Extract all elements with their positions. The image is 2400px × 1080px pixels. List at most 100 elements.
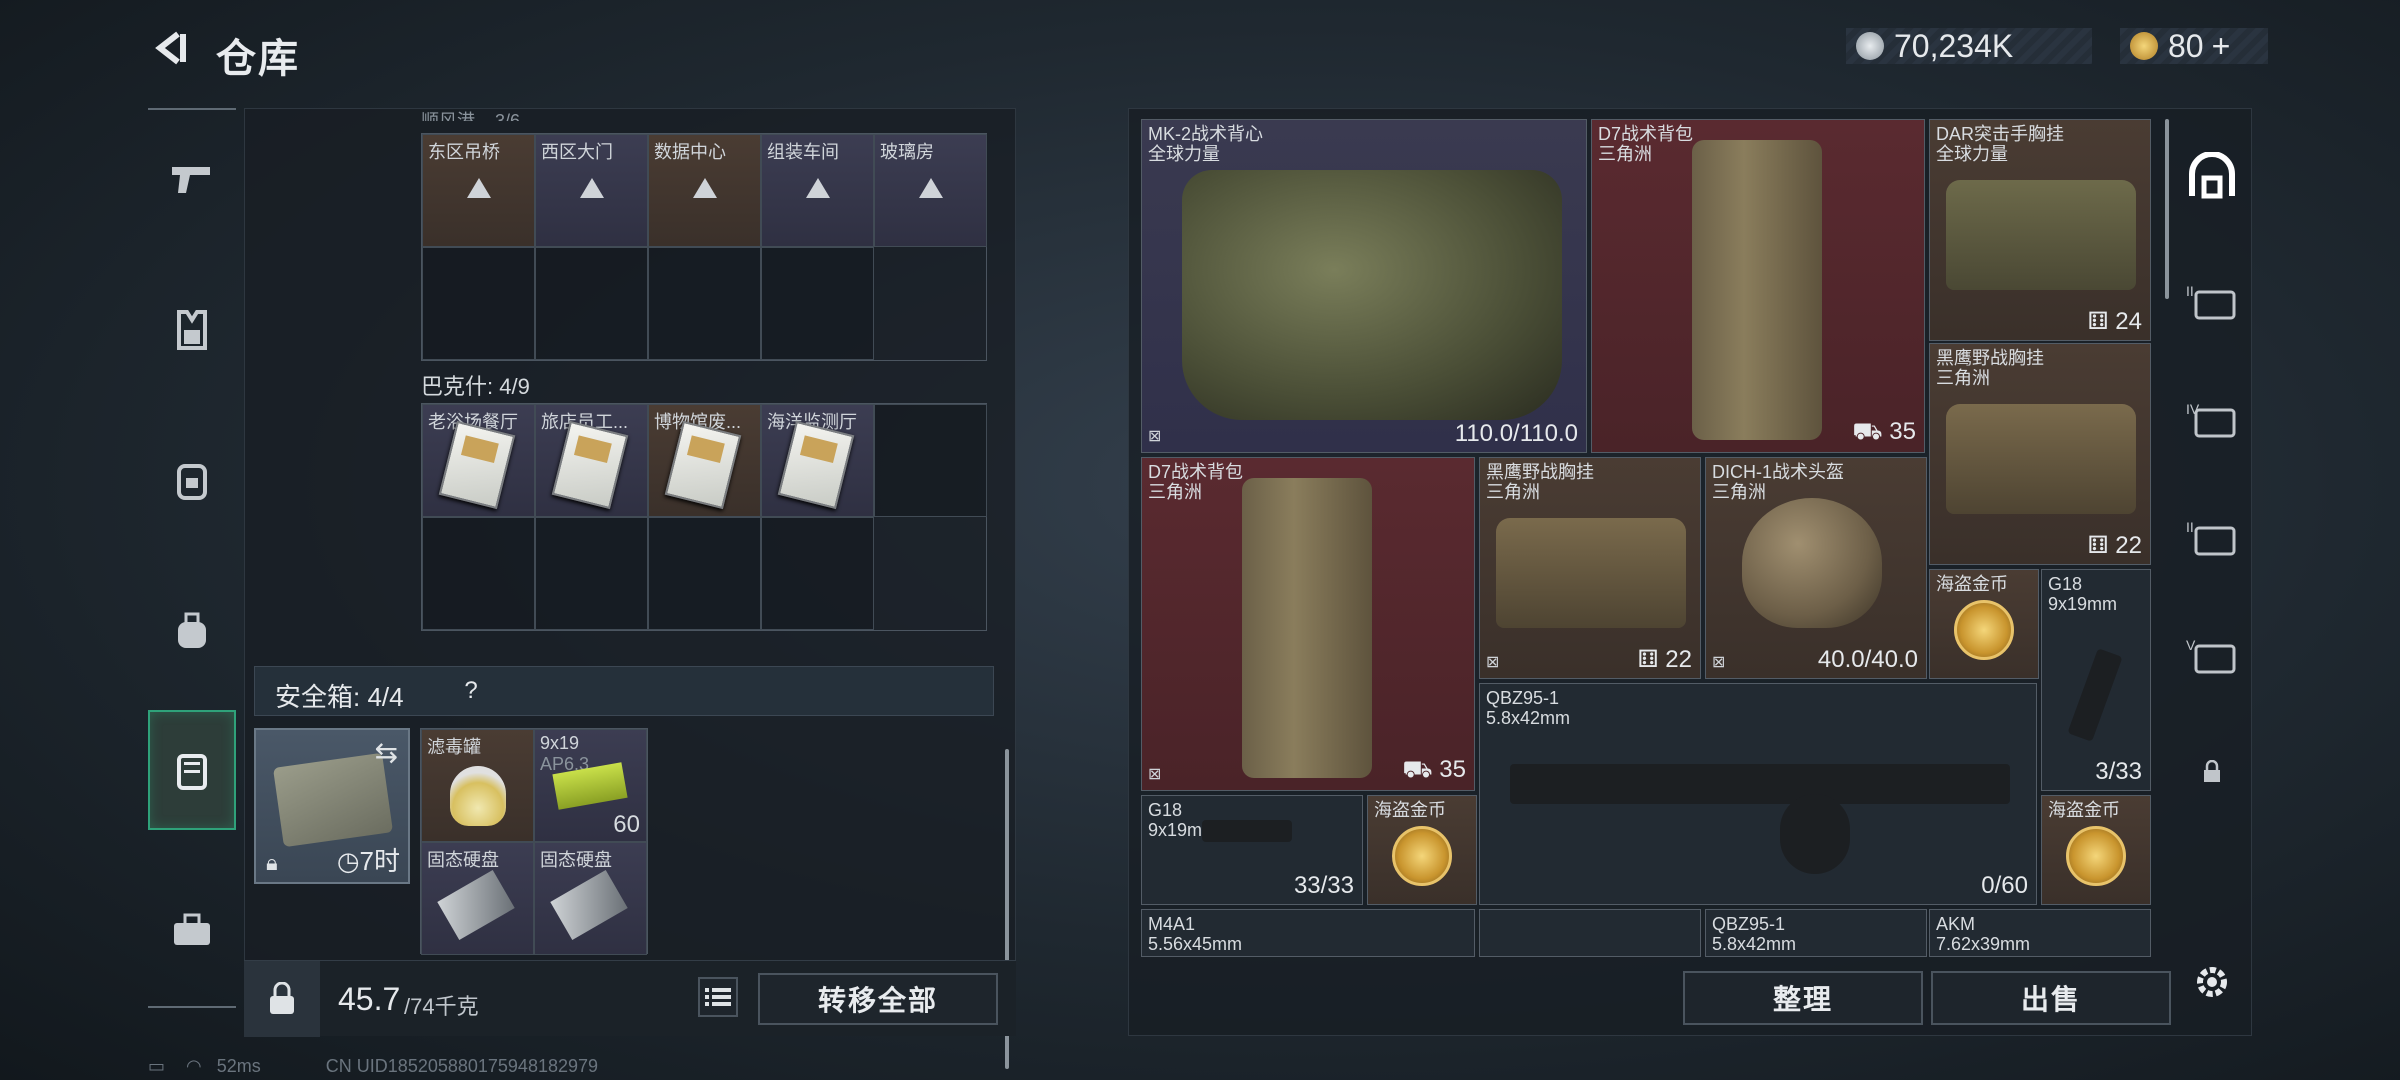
item-akm[interactable]: AKM 7.62x39mm bbox=[1929, 909, 2151, 957]
empty-slot[interactable] bbox=[761, 517, 874, 630]
empty-slot[interactable] bbox=[535, 517, 648, 630]
gold-coin-image bbox=[1954, 600, 2014, 660]
back-arrow-icon bbox=[155, 31, 186, 65]
empty-slot[interactable] bbox=[648, 247, 761, 360]
svg-text:II: II bbox=[2186, 519, 2194, 535]
V-category-icon[interactable]: V bbox=[2180, 624, 2244, 688]
lock-weight-button[interactable] bbox=[244, 961, 320, 1037]
gold-currency[interactable]: 80 + bbox=[2120, 28, 2268, 64]
item-g18-pistol[interactable]: G18 9x19mm 3/33 bbox=[2041, 569, 2151, 791]
sidebar-item-bag[interactable] bbox=[148, 570, 236, 690]
vest-capacity-icon: ⚅ bbox=[2087, 532, 2116, 559]
rifle-image bbox=[1510, 764, 2010, 804]
svg-text:II: II bbox=[2186, 283, 2194, 299]
item-pirate-coin[interactable]: 海盗金币 bbox=[1367, 795, 1477, 905]
category-sidebar bbox=[148, 108, 236, 1008]
vest-image bbox=[1182, 170, 1562, 420]
right-scrollbar[interactable] bbox=[2165, 119, 2169, 299]
uid-text: CN UID185205880175948182979 bbox=[325, 1056, 599, 1076]
item-g18-pistol[interactable]: G18 9x19mm 33/33 bbox=[1141, 795, 1363, 905]
key-slot[interactable]: 西区大门 bbox=[535, 134, 648, 247]
II-category-icon[interactable]: II bbox=[2180, 270, 2244, 334]
list-icon bbox=[705, 988, 731, 1006]
gold-value: 80 bbox=[2168, 27, 2204, 64]
pistol-icon bbox=[172, 167, 210, 193]
item-m4a1[interactable]: M4A1 5.56x45mm bbox=[1141, 909, 1475, 957]
backpack-image bbox=[1692, 140, 1822, 440]
safe-box-container[interactable]: ⇆ 🔒︎ ◷7时 bbox=[254, 728, 410, 884]
empty-slot[interactable] bbox=[874, 404, 987, 517]
item-d7-backpack[interactable]: D7战术背包 三角洲 ⊠ ⛟ 35 bbox=[1141, 457, 1475, 791]
IV-category-icon[interactable]: IV bbox=[2180, 388, 2244, 452]
weight-current: 45.7 bbox=[338, 981, 401, 1017]
swap-icon[interactable]: ⇆ bbox=[375, 736, 398, 769]
warehouse-panel: MK-2战术背心 全球力量 ⊠ 110.0/110.0 D7战术背包 三角洲 ⛟ 3… bbox=[1128, 108, 2252, 1036]
item-d7-backpack[interactable]: D7战术背包 三角洲 ⛟ 35 bbox=[1591, 119, 1925, 453]
sidebar-item-backpack[interactable] bbox=[148, 420, 236, 540]
list-view-button[interactable] bbox=[698, 977, 738, 1017]
no-insure-icon: ⊠ bbox=[1486, 654, 1500, 671]
empty-slot[interactable] bbox=[422, 247, 535, 360]
empty-slot[interactable] bbox=[1479, 909, 1701, 957]
key-card-slot[interactable]: 海洋监测厅 bbox=[761, 404, 874, 517]
pistol-image bbox=[1202, 820, 1292, 842]
key-slot[interactable]: 玻璃房 bbox=[874, 134, 987, 247]
wifi-icon: ◠ bbox=[186, 1056, 202, 1076]
key-triangle-icon bbox=[692, 178, 717, 199]
no-insure-icon: ⊠ bbox=[1148, 428, 1162, 445]
key-card-slot[interactable]: 旅店员工... bbox=[535, 404, 648, 517]
key-slot[interactable]: 组装车间 bbox=[761, 134, 874, 247]
lock-icon[interactable] bbox=[2180, 740, 2244, 804]
empty-slot[interactable] bbox=[535, 247, 648, 360]
item-blackhawk-chestrig[interactable]: 黑鹰野战胸挂 三角洲 ⚅ 22 bbox=[1929, 343, 2151, 565]
helmet-category-icon[interactable] bbox=[2180, 144, 2244, 208]
safe-item-slot[interactable]: 固态硬盘 bbox=[421, 842, 534, 955]
add-gold-icon[interactable]: + bbox=[2212, 28, 2231, 65]
item-qbz95-rifle[interactable]: QBZ95-1 5.8x42mm bbox=[1705, 909, 1927, 957]
vest-capacity-icon: ⚅ bbox=[2087, 308, 2116, 335]
back-button[interactable] bbox=[148, 28, 192, 72]
toolbox-icon bbox=[174, 913, 210, 945]
sidebar-item-safebox[interactable] bbox=[148, 710, 236, 830]
item-dich1-helmet[interactable]: DICH-1战术头盔 三角洲 ⊠ 40.0/40.0 bbox=[1705, 457, 1927, 679]
settings-gear-icon[interactable] bbox=[2180, 950, 2244, 1014]
backpack-image bbox=[1242, 478, 1372, 778]
lock-icon: 🔒︎ bbox=[266, 850, 278, 875]
ssd-image bbox=[437, 869, 515, 941]
transfer-all-button[interactable]: 转移全部 bbox=[758, 973, 998, 1025]
no-insure-icon: ⊠ bbox=[1712, 654, 1726, 671]
item-pirate-coin[interactable]: 海盗金币 bbox=[2041, 795, 2151, 905]
empty-slot[interactable] bbox=[761, 247, 874, 360]
sidebar-item-armor[interactable] bbox=[148, 270, 236, 390]
safe-item-slot[interactable]: 滤毒罐 bbox=[421, 729, 534, 842]
chestrig-image bbox=[1946, 404, 2136, 514]
organize-button[interactable]: 整理 bbox=[1683, 971, 1923, 1025]
help-icon[interactable]: ? bbox=[455, 675, 487, 707]
empty-slot[interactable] bbox=[648, 517, 761, 630]
item-pirate-coin[interactable]: 海盗金币 bbox=[1929, 569, 2039, 679]
item-mk2-vest[interactable]: MK-2战术背心 全球力量 ⊠ 110.0/110.0 bbox=[1141, 119, 1587, 453]
safe-box-icon bbox=[177, 754, 207, 790]
safe-item-slot[interactable]: 固态硬盘 bbox=[534, 842, 647, 955]
item-blackhawk-chestrig[interactable]: 黑鹰野战胸挂 三角洲 ⊠ ⚅ 22 bbox=[1479, 457, 1701, 679]
section2-title: 巴克什: 4/9 bbox=[421, 374, 530, 399]
weight-max: /74千克 bbox=[404, 994, 479, 1019]
keycard-icon bbox=[438, 420, 516, 510]
sell-button[interactable]: 出售 bbox=[1931, 971, 2171, 1025]
key-slot[interactable]: 数据中心 bbox=[648, 134, 761, 247]
sidebar-item-toolbox[interactable] bbox=[148, 870, 236, 990]
key-card-slot[interactable]: 博物馆废... bbox=[648, 404, 761, 517]
sidebar-item-weapons[interactable] bbox=[148, 120, 236, 240]
item-qbz95-rifle[interactable]: QBZ95-1 5.8x42mm 0/60 bbox=[1479, 683, 2037, 905]
III-category-icon[interactable]: II bbox=[2180, 506, 2244, 570]
key-card-slot[interactable]: 老浴场餐厅 bbox=[422, 404, 535, 517]
item-dar-chestrig[interactable]: DAR突击手胸挂 全球力量 ⚅ 24 bbox=[1929, 119, 2151, 341]
empty-slot[interactable] bbox=[422, 517, 535, 630]
backpack-icon bbox=[177, 464, 207, 500]
safe-box-grid: 滤毒罐 9x19 AP6.3 60 固态硬盘 固态硬盘 bbox=[420, 728, 648, 955]
safe-item-slot[interactable]: 9x19 AP6.3 60 bbox=[534, 729, 647, 842]
silver-coin-icon bbox=[1856, 32, 1884, 60]
key-slot[interactable]: 东区吊桥 bbox=[422, 134, 535, 247]
clock-icon: ◷ bbox=[336, 846, 360, 876]
key-triangle-icon bbox=[466, 178, 491, 199]
